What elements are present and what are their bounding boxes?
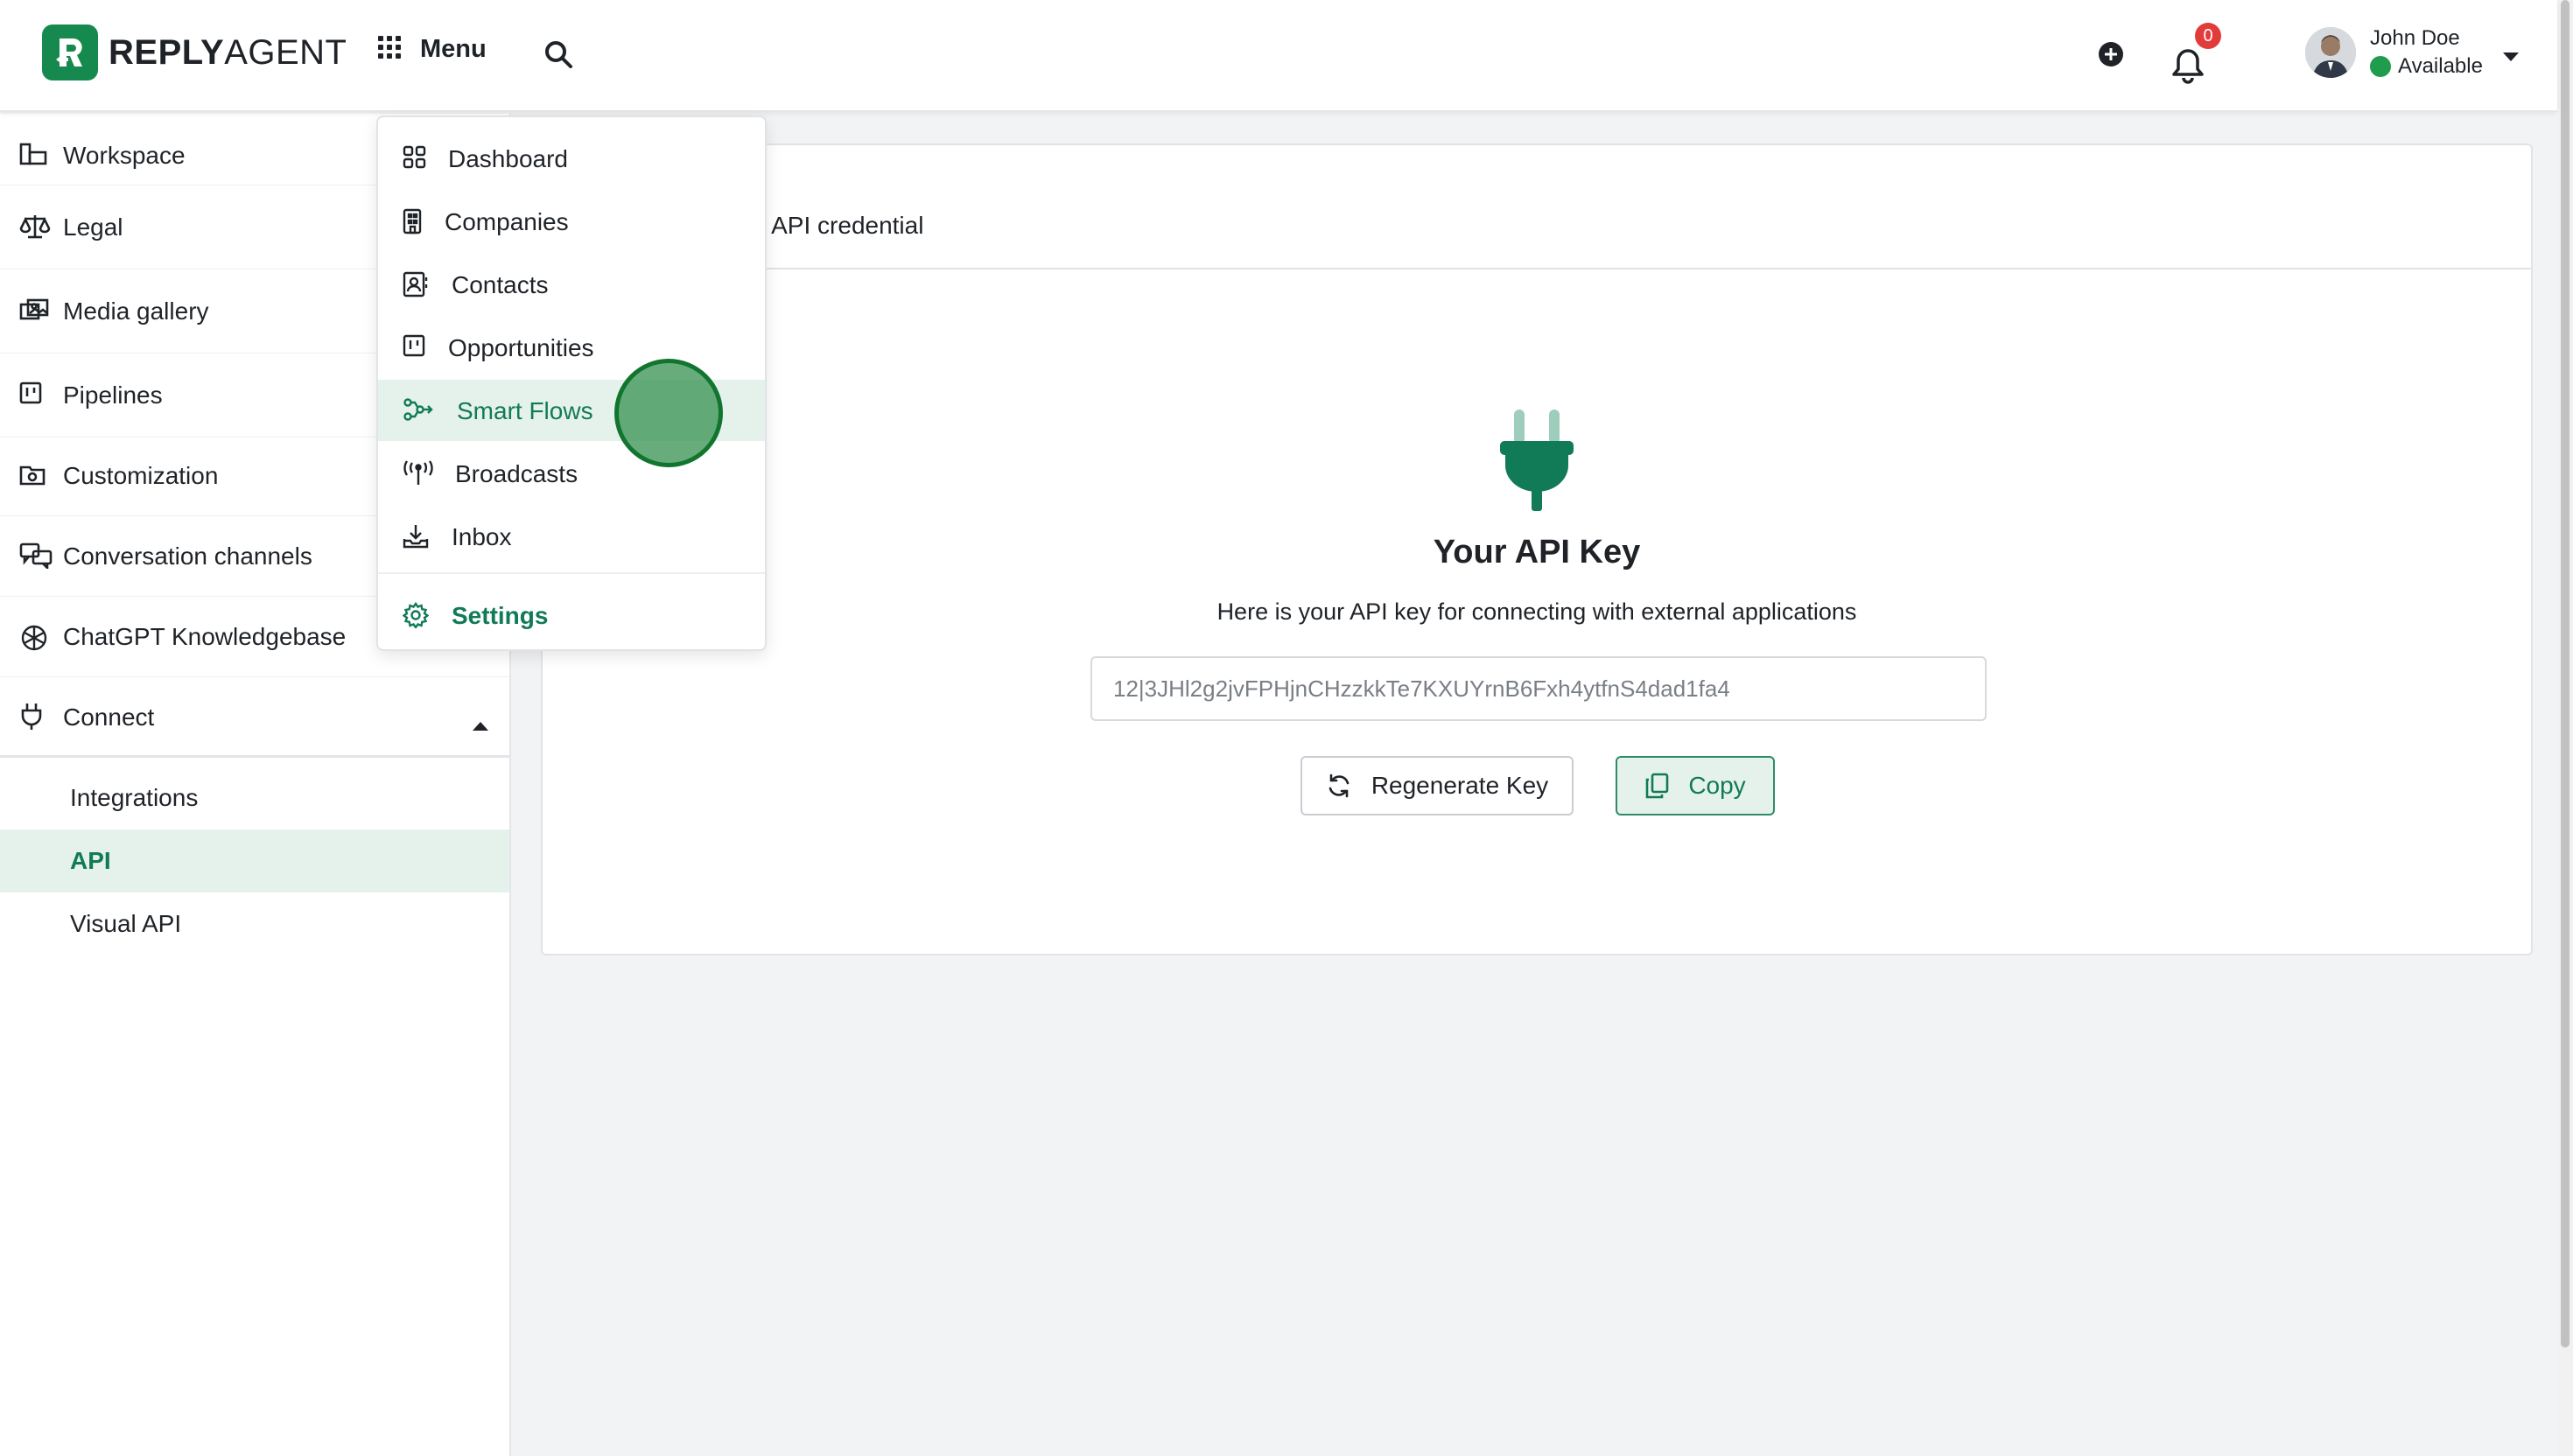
brand-logo[interactable]: REPLYAGENT [42,24,347,80]
opportunities-icon [403,334,427,365]
brand-name-bold: REPLY [109,32,225,72]
notification-badge: 0 [2195,23,2221,49]
sidebar-subitem-label: API [70,847,111,874]
menu-item-label: Inbox [452,523,512,550]
sidebar-item-label: ChatGPT Knowledgebase [63,623,347,650]
chat-icon [19,542,53,575]
pipeline-icon [19,382,44,412]
media-icon [19,298,51,330]
grid-icon [378,36,401,63]
sidebar-item-label: Conversation channels [63,542,312,570]
copy-label: Copy [1688,772,1746,799]
page-scrollbar-thumb[interactable] [2561,0,2569,1348]
menu-item-broadcasts[interactable]: Broadcasts [378,443,765,504]
api-key-field[interactable] [1090,656,1987,721]
user-status: Available [2370,54,2483,79]
card-subtitle: ur API credential [744,212,924,239]
menu-item-label: Smart Flows [457,397,593,424]
contacts-icon [403,271,429,304]
menu-item-label: Opportunities [448,334,594,361]
click-indicator [614,359,723,467]
search-icon[interactable] [543,38,574,74]
plug-icon [1498,410,1575,517]
sidebar-item-label: Connect [63,704,155,731]
menu-label: Menu [420,35,487,63]
gear-icon [402,601,430,634]
menu-item-opportunities[interactable]: Opportunities [378,317,765,378]
menu-item-label: Contacts [452,271,549,298]
menu-item-label: Broadcasts [455,460,578,487]
sidebar-subitem-label: Visual API [70,910,182,937]
menu-item-label: Settings [452,602,549,629]
flows-icon [403,397,434,428]
sidebar-item-label: Customization [63,462,219,489]
customization-icon [19,462,46,493]
sidebar-subitem-api[interactable]: API [0,830,509,892]
top-header: REPLYAGENT Menu 0 John Doe Available [0,0,2557,112]
menu-item-label: Dashboard [448,145,568,172]
openai-icon [19,623,49,659]
sidebar-item-label: Pipelines [63,382,163,409]
regenerate-key-button[interactable]: Regenerate Key [1301,756,1574,816]
api-card: ur API credential Your API Key Here is y… [541,144,2533,956]
sidebar-item-label: Media gallery [63,298,209,325]
api-key-title: Your API Key [1433,534,1641,570]
building-icon [403,208,424,241]
broadcast-icon [403,460,434,493]
sidebar-subitem-visual-api[interactable]: Visual API [0,892,509,956]
caret-down-icon[interactable] [2501,51,2520,67]
sidebar-item-label: Workspace [63,142,186,169]
scale-icon [19,214,51,246]
menu-item-companies[interactable]: Companies [378,191,765,252]
sidebar-subitem-integrations[interactable]: Integrations [0,766,509,830]
regenerate-key-label: Regenerate Key [1371,772,1549,799]
card-header: ur API credential [543,145,2531,270]
menu-item-contacts[interactable]: Contacts [378,254,765,315]
menu-item-dashboard[interactable]: Dashboard [378,128,765,189]
status-dot-icon [2370,56,2391,77]
caret-up-icon[interactable] [471,710,490,738]
dashboard-icon [403,145,427,176]
user-status-text: Available [2398,54,2483,78]
sidebar-item-label: Legal [63,214,123,241]
user-menu[interactable]: John Doe Available [2305,26,2483,79]
add-icon[interactable] [2097,40,2125,73]
refresh-icon [1326,773,1352,799]
user-name: John Doe [2370,26,2460,50]
menu-item-label: Companies [445,208,569,235]
workspace-icon [19,142,49,174]
bell-icon[interactable] [2169,47,2207,88]
brand-name: REPLYAGENT [109,33,347,73]
api-key-description: Here is your API key for connecting with… [1216,598,1857,625]
menu-button[interactable]: Menu [378,35,487,64]
sidebar-item-connect[interactable]: Connect [0,677,509,758]
logo-mark-icon [42,24,98,80]
menu-item-settings[interactable]: Settings [378,584,765,646]
plug-icon [19,702,44,738]
menu-item-inbox[interactable]: Inbox [378,506,765,567]
sidebar-subitem-label: Integrations [70,784,199,811]
brand-name-light: AGENT [224,32,347,72]
copy-button[interactable]: Copy [1616,756,1775,816]
copy-icon [1644,773,1669,799]
menu-divider [378,572,765,574]
avatar [2305,27,2356,78]
inbox-icon [403,523,429,556]
